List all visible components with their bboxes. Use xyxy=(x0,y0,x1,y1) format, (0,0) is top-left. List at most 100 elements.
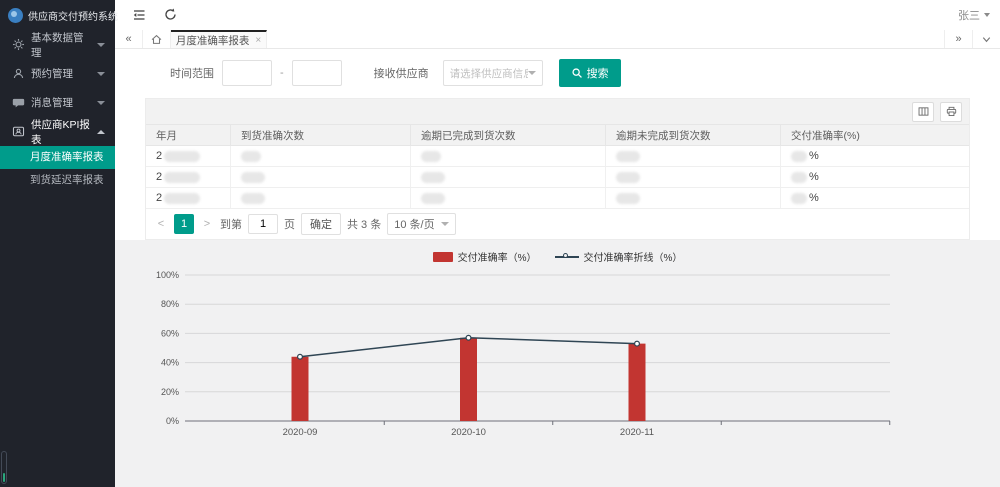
user-name: 张三 xyxy=(958,7,980,23)
percent-suffix: % xyxy=(809,171,819,183)
home-tab-button[interactable] xyxy=(143,30,171,48)
tabs-scroll-left-button[interactable]: « xyxy=(115,30,143,48)
message-icon xyxy=(12,96,25,109)
sidebar-item-kpi-report[interactable]: 供应商KPI报表 xyxy=(0,117,115,146)
tab-label: 月度准确率报表 xyxy=(176,33,250,48)
redacted-value xyxy=(791,151,807,162)
svg-text:80%: 80% xyxy=(161,299,179,309)
sidebar-item-message[interactable]: 消息管理 xyxy=(0,88,115,117)
redacted-value xyxy=(241,151,261,162)
sidebar-scrollbar[interactable] xyxy=(1,451,7,484)
range-separator: - xyxy=(280,67,284,79)
cell-overdue-uncompleted xyxy=(606,146,781,166)
sidebar-item-label: 预约管理 xyxy=(31,66,91,81)
tab-monthly-accuracy-report[interactable]: 月度准确率报表 × xyxy=(171,30,267,48)
gear-icon xyxy=(12,38,25,51)
page-number-button[interactable]: 1 xyxy=(174,214,194,234)
goto-page-input[interactable] xyxy=(248,214,278,234)
id-card-icon xyxy=(12,125,25,138)
svg-text:20%: 20% xyxy=(161,387,179,397)
user-icon xyxy=(12,67,25,80)
topbar: 张三 xyxy=(115,0,1000,30)
sidebar-scrollbar-thumb[interactable] xyxy=(3,473,5,482)
chevron-up-icon xyxy=(97,130,105,134)
table-row: 2 % xyxy=(146,146,969,167)
chevron-down-icon xyxy=(97,43,105,47)
svg-text:40%: 40% xyxy=(161,358,179,368)
prev-page-button[interactable]: < xyxy=(154,218,168,230)
redacted-value xyxy=(164,172,200,183)
caret-down-icon xyxy=(984,13,990,17)
chevron-down-icon xyxy=(97,72,105,76)
columns-grid-icon xyxy=(917,105,930,118)
sidebar-nav: 基本数据管理 预约管理 消息管理 供应商 xyxy=(0,30,115,192)
pagination: < 1 > 到第 页 确定 共 3 条 10 条/页 xyxy=(146,209,969,239)
sidebar-item-delivery-delay-report[interactable]: 到货延迟率报表 xyxy=(0,169,115,192)
cell-overdue-uncompleted xyxy=(606,188,781,208)
redacted-value xyxy=(616,172,640,183)
redacted-value xyxy=(791,193,807,204)
tabs-menu-button[interactable] xyxy=(972,30,1000,48)
legend-item-accuracy-line[interactable]: 交付准确率折线（%） xyxy=(555,249,683,264)
tab-close-icon[interactable]: × xyxy=(255,35,261,46)
chevron-down-icon xyxy=(981,34,992,45)
cell-overdue-completed xyxy=(411,167,606,187)
caret-down-icon xyxy=(441,222,449,226)
sidebar-item-appointment[interactable]: 预约管理 xyxy=(0,59,115,88)
search-button-label: 搜索 xyxy=(587,65,609,81)
svg-text:0%: 0% xyxy=(166,416,179,426)
table-row: 2 % xyxy=(146,167,969,188)
supplier-select-placeholder: 请选择供应商信息 xyxy=(450,66,528,81)
page-size-label: 10 条/页 xyxy=(394,216,434,232)
table-header: 年月 到货准确次数 逾期已完成到货次数 逾期未完成到货次数 交付准确率(%) xyxy=(146,125,969,146)
total-count-label: 共 3 条 xyxy=(347,216,381,232)
print-button[interactable] xyxy=(940,102,962,122)
time-range-label: 时间范围 xyxy=(170,65,214,81)
cell-accurate-arrivals xyxy=(231,188,411,208)
supplier-select[interactable]: 请选择供应商信息 xyxy=(443,60,543,86)
chevron-down-icon xyxy=(97,101,105,105)
menu-fold-icon[interactable] xyxy=(131,7,147,23)
redacted-value xyxy=(421,172,445,183)
redacted-value xyxy=(421,193,445,204)
svg-text:100%: 100% xyxy=(156,270,179,280)
refresh-icon[interactable] xyxy=(163,7,179,23)
percent-suffix: % xyxy=(809,192,819,204)
legend-label: 交付准确率折线（%） xyxy=(584,249,683,264)
sidebar-item-label: 供应商KPI报表 xyxy=(31,117,91,147)
cell-overdue-completed xyxy=(411,188,606,208)
redacted-value xyxy=(241,172,265,183)
redacted-value xyxy=(164,193,200,204)
user-menu[interactable]: 张三 xyxy=(958,7,990,23)
filter-columns-button[interactable] xyxy=(912,102,934,122)
time-range-end-input[interactable] xyxy=(292,60,342,86)
sidebar-item-monthly-accuracy-report[interactable]: 月度准确率报表 xyxy=(0,146,115,169)
cell-accurate-arrivals xyxy=(231,167,411,187)
cell-accuracy-rate: % xyxy=(781,188,969,208)
redacted-value xyxy=(616,151,640,162)
cell-accuracy-rate: % xyxy=(781,167,969,187)
supplier-label: 接收供应商 xyxy=(374,65,429,81)
svg-text:2020-09: 2020-09 xyxy=(283,427,318,438)
time-range-start-input[interactable] xyxy=(222,60,272,86)
table-row: 2 % xyxy=(146,188,969,209)
legend-label: 交付准确率（%） xyxy=(458,249,537,264)
svg-text:2020-11: 2020-11 xyxy=(620,427,654,438)
search-button[interactable]: 搜索 xyxy=(559,59,621,87)
redacted-value xyxy=(241,193,265,204)
next-page-button[interactable]: > xyxy=(200,218,214,230)
tabbar: « 月度准确率报表 × » xyxy=(115,30,1000,49)
report-table-card: 年月 到货准确次数 逾期已完成到货次数 逾期未完成到货次数 交付准确率(%) 2… xyxy=(145,98,970,240)
confirm-page-button[interactable]: 确定 xyxy=(301,213,341,235)
kpi-chart-svg: 0%20%40%60%80%100%2020-092020-102020-11 xyxy=(145,268,915,453)
page-size-select[interactable]: 10 条/页 xyxy=(387,213,455,235)
content: 时间范围 - 接收供应商 请选择供应商信息 搜索 xyxy=(115,49,1000,487)
svg-text:2020-10: 2020-10 xyxy=(451,427,486,438)
tabs-scroll-right-button[interactable]: » xyxy=(944,30,972,48)
percent-suffix: % xyxy=(809,150,819,162)
cell-accuracy-rate: % xyxy=(781,146,969,166)
print-icon xyxy=(945,105,958,118)
legend-item-accuracy-bar[interactable]: 交付准确率（%） xyxy=(433,249,537,264)
sidebar-item-basic-data[interactable]: 基本数据管理 xyxy=(0,30,115,59)
app-logo-icon xyxy=(8,8,23,23)
